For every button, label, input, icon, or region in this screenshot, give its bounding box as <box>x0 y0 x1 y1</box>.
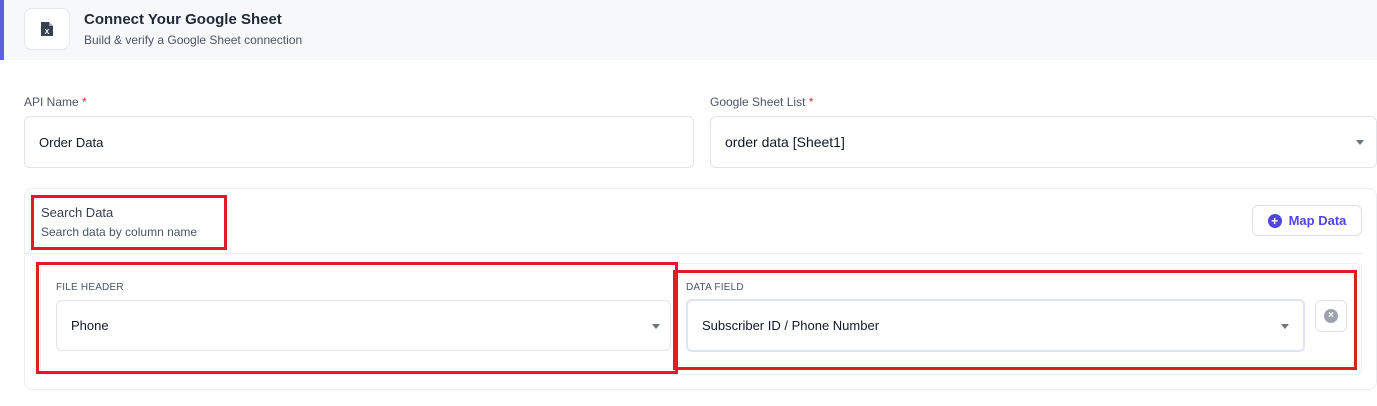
close-icon: × <box>1324 309 1338 323</box>
file-header-select[interactable]: Phone <box>56 300 671 351</box>
sheet-list-selected: order data [Sheet1] <box>725 134 845 150</box>
file-header-label: FILE HEADER <box>56 282 124 293</box>
file-header-selected: Phone <box>71 318 109 333</box>
data-field-selected: Subscriber ID / Phone Number <box>702 318 880 333</box>
plus-circle-icon: + <box>1267 213 1282 228</box>
required-mark: * <box>82 95 87 109</box>
map-data-label: Map Data <box>1288 213 1347 228</box>
api-name-label-text: API Name <box>24 95 79 109</box>
api-name-input[interactable]: Order Data <box>24 116 694 168</box>
sheet-list-select[interactable]: order data [Sheet1] <box>710 116 1377 168</box>
chevron-down-icon <box>1281 323 1289 329</box>
map-data-button[interactable]: + Map Data <box>1252 205 1362 236</box>
remove-mapping-button[interactable]: × <box>1315 300 1347 332</box>
svg-text:X: X <box>45 29 50 36</box>
data-field-select[interactable]: Subscriber ID / Phone Number <box>686 299 1305 352</box>
api-name-label: API Name * <box>24 95 87 109</box>
page-header: X Connect Your Google Sheet Build & veri… <box>0 0 1377 60</box>
api-name-value: Order Data <box>39 134 104 150</box>
data-field-label: DATA FIELD <box>686 282 744 293</box>
search-data-title: Search Data <box>41 205 114 220</box>
page: X Connect Your Google Sheet Build & veri… <box>0 0 1377 406</box>
chevron-down-icon <box>652 323 660 329</box>
header-icon-box: X <box>24 8 70 50</box>
sheet-list-label-text: Google Sheet List <box>710 95 806 109</box>
search-data-subtitle: Search data by column name <box>41 225 198 239</box>
spreadsheet-icon: X <box>41 22 53 36</box>
page-title: Connect Your Google Sheet <box>84 11 282 28</box>
required-mark: * <box>808 95 814 109</box>
chevron-down-icon <box>1356 140 1364 145</box>
panel-divider <box>24 253 1362 254</box>
sheet-list-label: Google Sheet List * <box>710 95 813 109</box>
page-subtitle: Build & verify a Google Sheet connection <box>84 33 303 47</box>
